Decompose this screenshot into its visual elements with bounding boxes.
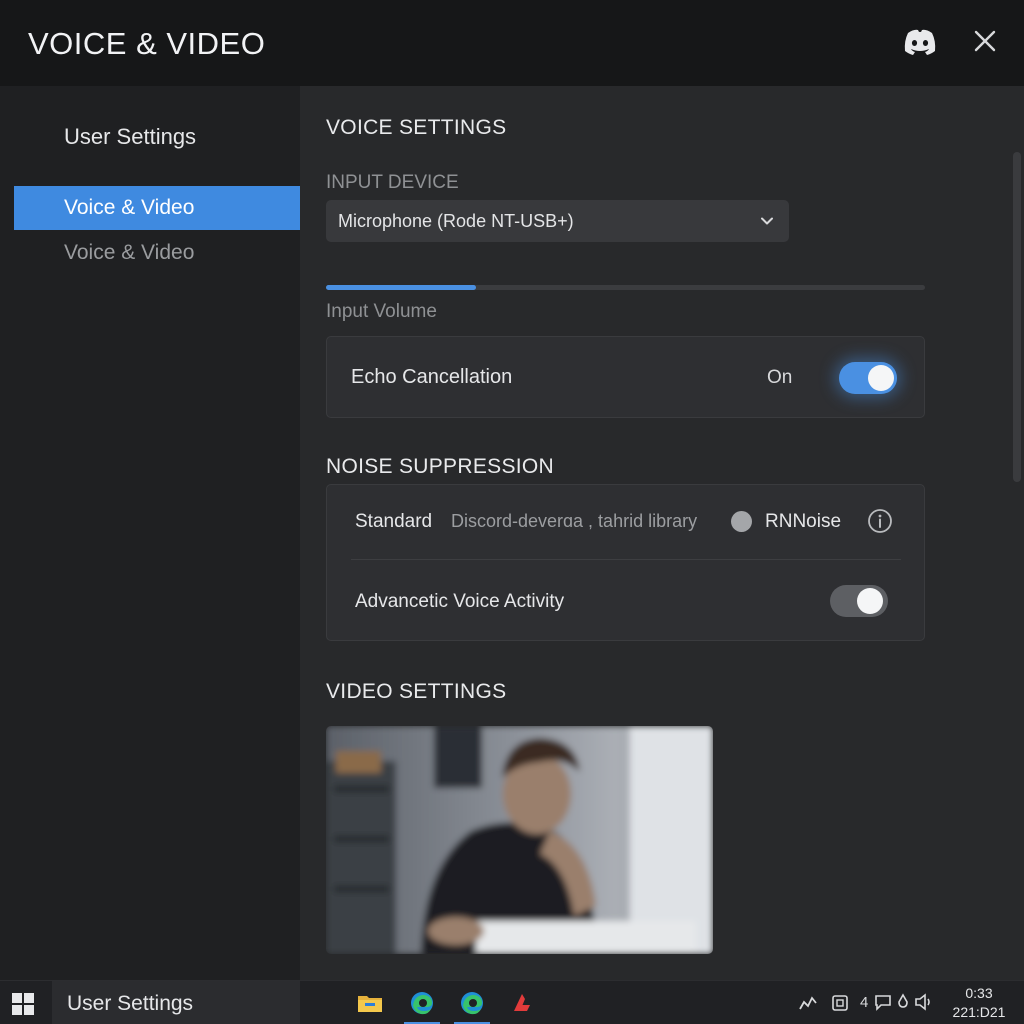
content-scrollbar[interactable]	[1013, 152, 1021, 482]
advanced-voice-activity-label: Advancetic Voice Activity	[355, 591, 565, 612]
echo-cancellation-state: On	[767, 367, 793, 388]
camera-preview	[326, 726, 713, 954]
input-volume-label: Input Volume	[326, 301, 437, 322]
divider	[351, 559, 901, 560]
file-explorer-icon[interactable]	[356, 989, 384, 1017]
pen-icon[interactable]	[896, 993, 910, 1011]
app-icon[interactable]	[508, 989, 536, 1017]
tray-text: 4	[860, 994, 869, 1011]
sidebar-item-voice-video[interactable]: Voice & Video	[14, 186, 300, 230]
taskbar-app-label: User Settings	[67, 992, 194, 1015]
close-icon[interactable]	[970, 26, 1000, 56]
settings-sidebar: User Settings Voice & Video Voice & Vide…	[0, 86, 300, 980]
title-bar: VOICE & VIDEO	[0, 0, 1024, 86]
noise-option-rnnoise[interactable]: RNNoise	[765, 511, 841, 533]
chevron-down-icon	[761, 217, 773, 225]
input-volume-slider[interactable]	[326, 285, 925, 290]
noise-option-rnnoise-radio[interactable]	[731, 511, 752, 532]
sidebar-item-voice-video-secondary[interactable]: Voice & Video	[14, 231, 300, 275]
noise-suppression-card: Standard Discord-deverɑa , tahrid librar…	[326, 484, 925, 641]
noise-option-standard-desc: Discord-deverɑa , tahrid library	[451, 511, 698, 531]
video-settings-title: VIDEO SETTINGS	[326, 680, 507, 703]
edge-icon[interactable]	[458, 989, 486, 1017]
sidebar-heading: User Settings	[64, 124, 197, 149]
clock-date: 221:D21	[952, 1004, 1006, 1020]
echo-cancellation-label: Echo Cancellation	[351, 366, 513, 388]
clock-time: 0:33	[965, 985, 993, 1001]
noise-suppression-title: NOISE SUPPRESSION	[326, 455, 554, 478]
edge-icon[interactable]	[408, 989, 436, 1017]
discord-icon[interactable]	[902, 27, 938, 57]
input-device-value: Microphone (Rode NT-USB+)	[338, 211, 574, 231]
input-volume-fill	[326, 285, 476, 290]
input-device-dropdown[interactable]: Microphone (Rode NT-USB+)	[326, 200, 789, 242]
network-icon[interactable]	[798, 993, 818, 1013]
info-icon[interactable]	[867, 508, 893, 534]
input-device-label: INPUT DEVICE	[326, 172, 459, 193]
echo-cancellation-card: Echo Cancellation On	[326, 336, 925, 418]
message-icon[interactable]	[874, 993, 892, 1011]
volume-icon[interactable]	[914, 993, 934, 1011]
voice-settings-title: VOICE SETTINGS	[326, 116, 507, 139]
echo-cancellation-toggle[interactable]	[839, 362, 897, 394]
taskbar-clock[interactable]: 0:33 221:D21	[944, 984, 1014, 1022]
toggle-knob	[868, 365, 894, 391]
noise-option-standard[interactable]: Standard	[355, 511, 432, 533]
tablet-icon[interactable]	[830, 993, 850, 1013]
advanced-voice-activity-toggle[interactable]	[830, 585, 888, 617]
taskbar-app-user-settings[interactable]: User Settings	[52, 981, 300, 1024]
taskbar: User Settings 4 0:33 221:D21	[0, 980, 1024, 1024]
toggle-knob	[857, 588, 883, 614]
windows-start-icon[interactable]	[12, 993, 34, 1015]
window-title: VOICE & VIDEO	[28, 26, 266, 61]
